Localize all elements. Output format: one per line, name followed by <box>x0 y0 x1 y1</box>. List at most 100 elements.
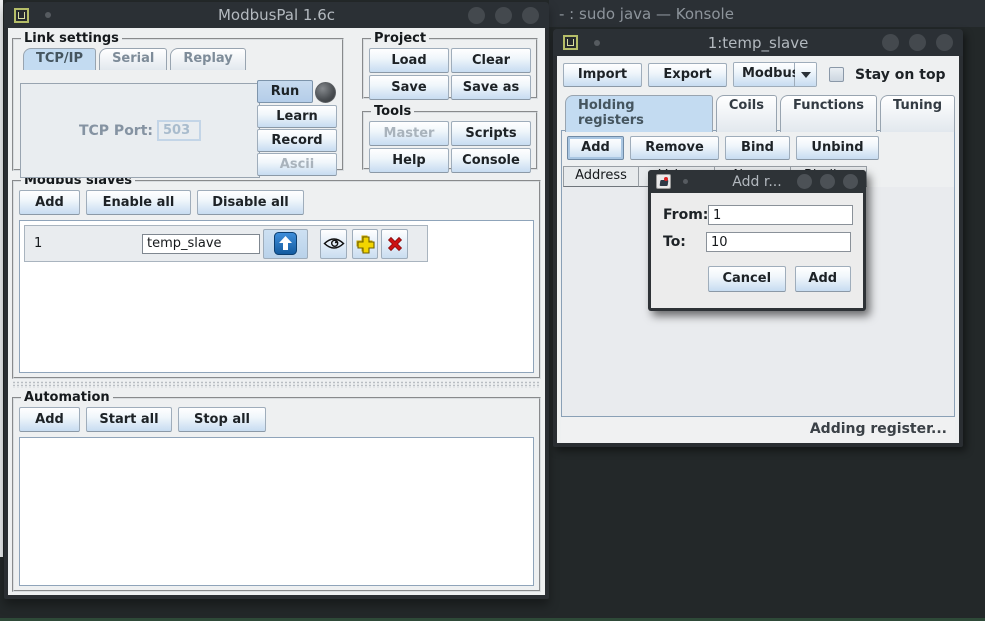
split-pane-divider[interactable] <box>12 381 541 388</box>
add-slave-button[interactable]: Add <box>19 190 80 215</box>
import-button[interactable]: Import <box>563 63 642 87</box>
load-button[interactable]: Load <box>369 48 449 73</box>
slave-name-field[interactable] <box>142 234 260 254</box>
stay-on-top-label: Stay on top <box>855 67 946 83</box>
right-column: Project Load Clear Save Save as Tools Ma… <box>362 31 538 171</box>
tab-replay[interactable]: Replay <box>170 48 245 70</box>
from-row: From: <box>663 205 851 225</box>
remove-register-button[interactable]: Remove <box>630 136 719 160</box>
window-button-icon[interactable] <box>797 174 812 189</box>
plus-icon <box>355 234 375 254</box>
protocol-combobox[interactable]: Modbus <box>733 62 817 87</box>
register-buttons-row: Add Remove Bind Unbind <box>562 131 954 166</box>
slave-toolbar: Import Export Modbus Stay on top <box>563 62 955 87</box>
bind-button[interactable]: Bind <box>725 136 790 160</box>
slave-enabled-toggle-button[interactable] <box>263 229 308 259</box>
column-header-address[interactable]: Address <box>563 166 639 187</box>
dialog-app-icon <box>656 174 671 189</box>
add-automation-button[interactable]: Add <box>19 407 80 432</box>
window-button-icon[interactable] <box>843 174 858 189</box>
main-window-controls <box>468 7 539 24</box>
konsole-window-titlebar[interactable]: - : sudo java — Konsole <box>549 0 985 27</box>
stay-on-top-checkbox[interactable] <box>829 67 844 82</box>
slave-window-controls <box>882 34 953 51</box>
project-title: Project <box>371 31 429 46</box>
learn-button[interactable]: Learn <box>257 105 337 128</box>
enable-all-button[interactable]: Enable all <box>86 190 191 215</box>
slave-tabs: Holding registers Coils Functions Tuning <box>561 95 955 132</box>
window-button-icon[interactable] <box>882 34 899 51</box>
window-button-icon[interactable] <box>820 174 835 189</box>
run-button[interactable]: Run <box>257 80 313 103</box>
background-window-edge <box>0 0 3 557</box>
slave-visibility-button[interactable] <box>320 229 347 259</box>
slave-add-tuner-button[interactable] <box>352 229 378 259</box>
tab-functions[interactable]: Functions <box>780 95 877 132</box>
console-button[interactable]: Console <box>451 148 531 173</box>
konsole-title-text: - : sudo java — Konsole <box>559 5 734 23</box>
add-register-button[interactable]: Add <box>567 136 624 160</box>
slave-delete-button[interactable] <box>381 229 408 259</box>
automation-title: Automation <box>21 390 113 405</box>
top-row: Link settings TCP/IP Serial Replay TCP P… <box>8 28 545 171</box>
eye-icon <box>323 237 345 250</box>
dialog-add-button[interactable]: Add <box>795 266 851 292</box>
tools-buttons: Master Scripts Help Console <box>369 121 531 173</box>
slave-id: 1 <box>34 236 142 251</box>
link-settings-title: Link settings <box>21 31 122 46</box>
tools-panel: Tools Master Scripts Help Console <box>362 104 538 170</box>
main-window-content: Link settings TCP/IP Serial Replay TCP P… <box>8 28 545 595</box>
dialog-titlebar[interactable]: Add r... <box>648 170 866 193</box>
automation-list <box>19 437 534 586</box>
stop-all-button[interactable]: Stop all <box>178 407 266 432</box>
slave-window-titlebar[interactable]: 1:temp_slave <box>553 29 963 56</box>
tab-coils[interactable]: Coils <box>716 95 777 132</box>
window-button-icon[interactable] <box>909 34 926 51</box>
tab-holding-registers[interactable]: Holding registers <box>565 95 713 132</box>
link-settings-panel: Link settings TCP/IP Serial Replay TCP P… <box>12 31 344 171</box>
tab-tcpip[interactable]: TCP/IP <box>23 48 96 70</box>
tab-tuning[interactable]: Tuning <box>880 95 955 132</box>
window-button-icon[interactable] <box>936 34 953 51</box>
to-row: To: <box>663 232 851 252</box>
modbuspal-app-icon <box>563 35 578 50</box>
from-field[interactable] <box>708 205 853 225</box>
project-panel: Project Load Clear Save Save as <box>362 31 538 99</box>
main-window-titlebar[interactable]: ModbusPal 1.6c <box>4 2 549 28</box>
cancel-button[interactable]: Cancel <box>708 266 786 292</box>
export-button[interactable]: Export <box>648 63 727 87</box>
delete-x-icon <box>385 234 405 254</box>
combobox-arrow-icon[interactable] <box>795 63 816 86</box>
slaves-list: 1 <box>19 220 534 373</box>
window-button-icon[interactable] <box>495 7 512 24</box>
automation-buttons-row: Add Start all Stop all <box>19 407 534 432</box>
scripts-button[interactable]: Scripts <box>451 121 531 146</box>
link-status-led-icon <box>315 82 336 103</box>
start-all-button[interactable]: Start all <box>86 407 172 432</box>
disable-all-button[interactable]: Disable all <box>197 190 304 215</box>
clear-button[interactable]: Clear <box>451 48 531 73</box>
link-tabs: TCP/IP Serial Replay <box>19 48 337 70</box>
slave-row[interactable]: 1 <box>24 225 428 262</box>
window-button-icon[interactable] <box>468 7 485 24</box>
tools-title: Tools <box>371 104 414 119</box>
slaves-buttons-row: Add Enable all Disable all <box>19 190 534 215</box>
window-button-icon[interactable] <box>522 7 539 24</box>
help-button[interactable]: Help <box>369 148 449 173</box>
save-as-button[interactable]: Save as <box>451 75 531 100</box>
titlebar-dot-icon <box>683 179 688 184</box>
link-buttons-column: Run Learn Record Ascii <box>257 80 339 177</box>
modbuspal-main-window: ModbusPal 1.6c Link settings TCP/IP Seri… <box>4 2 549 599</box>
from-label: From: <box>663 207 708 223</box>
to-field[interactable] <box>706 232 851 252</box>
record-button[interactable]: Record <box>257 129 337 152</box>
save-button[interactable]: Save <box>369 75 449 100</box>
unbind-button[interactable]: Unbind <box>796 136 879 160</box>
run-row: Run <box>257 80 339 104</box>
status-text: Adding register... <box>810 421 947 437</box>
tab-serial[interactable]: Serial <box>99 48 167 70</box>
automation-panel: Automation Add Start all Stop all <box>12 390 541 592</box>
tcp-port-label: TCP Port: <box>79 123 153 139</box>
tcp-port-field[interactable] <box>157 120 201 141</box>
tcpip-tab-panel: TCP Port: <box>20 83 260 178</box>
